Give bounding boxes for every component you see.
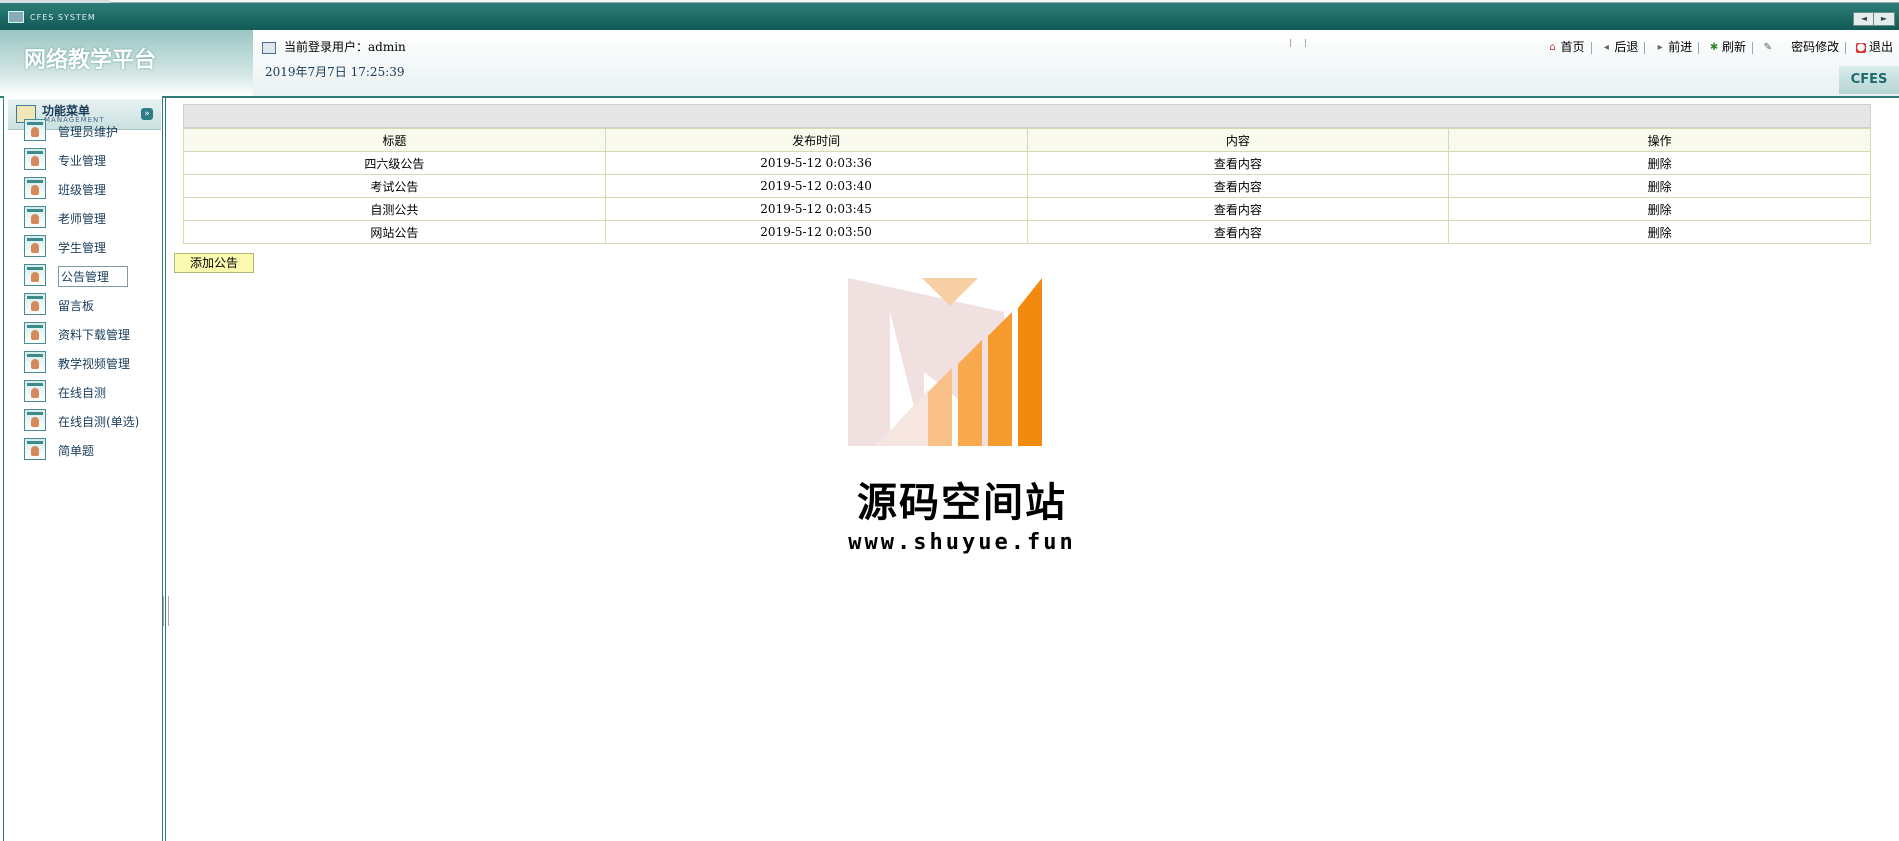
home-icon: ⌂	[1549, 41, 1556, 53]
notice-time: 2019-5-12 0:03:40	[604, 174, 1028, 198]
refresh-icon: ✱	[1709, 41, 1719, 53]
notice-title: 自测公共	[183, 197, 606, 221]
table-row: 自测公共 2019-5-12 0:03:45 查看内容 删除	[183, 197, 1871, 221]
view-content-link[interactable]: 查看内容	[1026, 197, 1450, 221]
watermark-url: www.shuyue.fun	[848, 530, 1076, 555]
scroll-right-button[interactable]: ►	[1873, 12, 1895, 26]
user-card-icon	[24, 119, 46, 141]
sidebar: 功能菜单 MANAGEMENT » 管理员维护 专业管理 班级管理 老师管理 学…	[3, 96, 169, 841]
divider	[1752, 41, 1754, 54]
toolbar-nav: ⌂ 首页 ◂ 后退 ▸ 前进 ✱ 刷新 ✎ 密码修改 ● 退出	[1542, 36, 1893, 58]
table-row: 网站公告 2019-5-12 0:03:50 查看内容 删除	[183, 220, 1871, 244]
divider	[1644, 41, 1646, 54]
notice-time: 2019-5-12 0:03:36	[604, 151, 1028, 175]
column-header-content: 内容	[1026, 128, 1450, 152]
delete-link[interactable]: 删除	[1448, 151, 1871, 175]
user-card-icon	[24, 409, 46, 431]
table-header-row: 标题 发布时间 内容 操作	[183, 128, 1871, 152]
view-content-link[interactable]: 查看内容	[1026, 151, 1450, 175]
watermark-logo-icon	[848, 278, 1042, 446]
brand-tag: CFES	[1839, 66, 1899, 94]
notice-time: 2019-5-12 0:03:50	[604, 220, 1028, 244]
user-card-icon	[24, 206, 46, 228]
user-card-icon	[24, 235, 46, 257]
user-card-icon	[262, 41, 276, 54]
add-notice-button[interactable]: 添加公告	[174, 253, 254, 273]
column-header-action: 操作	[1448, 128, 1871, 152]
column-header-time: 发布时间	[604, 128, 1028, 152]
user-card-icon	[24, 177, 46, 199]
user-card-icon	[24, 438, 46, 460]
column-header-title: 标题	[183, 128, 606, 152]
system-window-icon	[8, 11, 24, 23]
user-card-icon	[24, 264, 46, 286]
collapse-icon[interactable]: »	[141, 108, 153, 120]
divider	[1845, 41, 1847, 54]
app-logo: 网络教学平台	[0, 30, 253, 96]
delete-link[interactable]: 删除	[1448, 174, 1871, 198]
resize-grip[interactable]	[1290, 39, 1306, 47]
notice-table-wrapper: 标题 发布时间 内容 操作 四六级公告 2019-5-12 0:03:36 查看…	[183, 104, 1871, 244]
logout-icon: ●	[1855, 41, 1866, 53]
header: 网络教学平台 当前登录用户：admin 2019年7月7日 17:25:39 ⌂…	[0, 30, 1899, 98]
delete-link[interactable]: 删除	[1448, 220, 1871, 244]
forward-arrow-icon: ▸	[1657, 41, 1663, 53]
notice-title: 四六级公告	[183, 151, 606, 175]
edit-icon: ✎	[1763, 41, 1773, 53]
forward-link[interactable]: ▸ 前进	[1655, 36, 1693, 58]
divider	[1590, 41, 1592, 54]
view-content-link[interactable]: 查看内容	[1026, 174, 1450, 198]
back-link[interactable]: ◂ 后退	[1601, 36, 1639, 58]
table-row: 考试公告 2019-5-12 0:03:40 查看内容 删除	[183, 174, 1871, 198]
change-password-link[interactable]: ✎ 密码修改	[1763, 36, 1839, 58]
watermark: 源码空间站 www.shuyue.fun	[832, 272, 1092, 562]
current-user-label: 当前登录用户：admin	[284, 40, 406, 54]
user-card-icon	[24, 351, 46, 373]
app-title: 网络教学平台	[24, 47, 157, 73]
user-card-icon	[24, 380, 46, 402]
watermark-title: 源码空间站	[857, 480, 1067, 526]
delete-link[interactable]: 删除	[1448, 197, 1871, 221]
notice-title: 网站公告	[183, 220, 606, 244]
current-user: 当前登录用户：admin	[262, 36, 406, 58]
current-datetime: 2019年7月7日 17:25:39	[265, 65, 405, 79]
user-card-icon	[24, 148, 46, 170]
table-title-bar	[183, 104, 1871, 128]
notice-title: 考试公告	[183, 174, 606, 198]
view-content-link[interactable]: 查看内容	[1026, 220, 1450, 244]
notice-table: 标题 发布时间 内容 操作 四六级公告 2019-5-12 0:03:36 查看…	[183, 128, 1871, 244]
user-card-icon	[24, 293, 46, 315]
system-title: CFES SYSTEM	[30, 13, 96, 22]
logout-link[interactable]: ● 退出	[1855, 36, 1893, 58]
user-card-icon	[24, 322, 46, 344]
back-arrow-icon: ◂	[1603, 41, 1609, 53]
table-row: 四六级公告 2019-5-12 0:03:36 查看内容 删除	[183, 151, 1871, 175]
scroll-left-button[interactable]: ◄	[1853, 12, 1875, 26]
divider	[1698, 41, 1700, 54]
refresh-link[interactable]: ✱ 刷新	[1709, 36, 1746, 58]
home-link[interactable]: ⌂ 首页	[1548, 36, 1584, 58]
system-title-bar: CFES SYSTEM ◄ ►	[0, 3, 1899, 30]
notice-time: 2019-5-12 0:03:45	[604, 197, 1028, 221]
